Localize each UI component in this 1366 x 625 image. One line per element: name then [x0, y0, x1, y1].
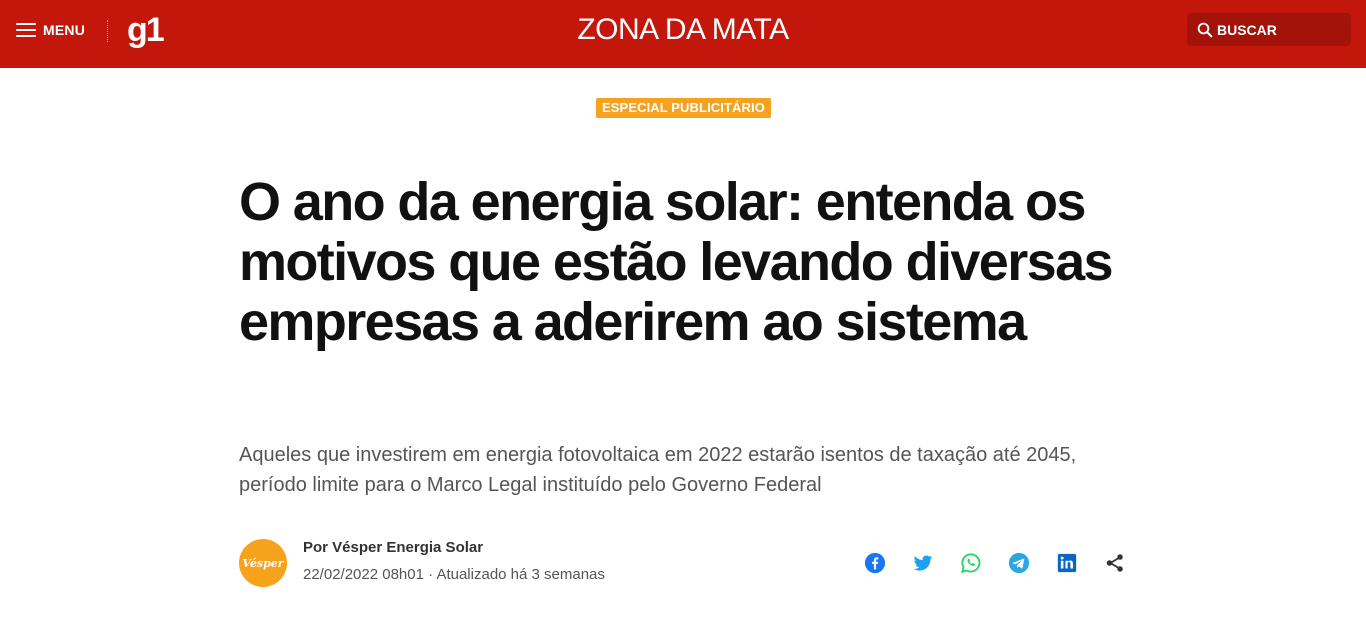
avatar-logo-text: Vésper	[242, 556, 284, 570]
publish-date: 22/02/2022 08h01 · Atualizado há 3 seman…	[303, 566, 605, 583]
site-header: MENU g1 ZONA DA MATA BUSCAR	[0, 0, 1366, 68]
linkedin-share-button[interactable]	[1054, 550, 1080, 576]
share-icon	[1106, 554, 1123, 572]
article-title: O ano da energia solar: entenda os motiv…	[239, 172, 1114, 352]
twitter-icon	[913, 555, 933, 571]
search-button[interactable]: BUSCAR	[1187, 13, 1351, 46]
facebook-share-button[interactable]	[862, 550, 888, 576]
telegram-icon	[1008, 552, 1030, 574]
facebook-icon	[864, 552, 886, 574]
sponsored-tag[interactable]: ESPECIAL PUBLICITÁRIO	[596, 98, 771, 118]
share-bar	[862, 550, 1128, 576]
twitter-share-button[interactable]	[910, 550, 936, 576]
article-subtitle: Aqueles que investirem em energia fotovo…	[239, 444, 1077, 496]
search-label: BUSCAR	[1217, 21, 1277, 38]
region-title[interactable]: ZONA DA MATA	[0, 12, 1366, 48]
whatsapp-share-button[interactable]	[958, 550, 984, 576]
telegram-share-button[interactable]	[1006, 550, 1032, 576]
search-icon	[1197, 22, 1213, 37]
whatsapp-icon	[960, 553, 981, 574]
more-share-button[interactable]	[1102, 550, 1128, 576]
author-avatar[interactable]: Vésper	[239, 539, 287, 587]
linkedin-icon	[1057, 553, 1077, 573]
author-name: Por Vésper Energia Solar	[303, 539, 484, 556]
